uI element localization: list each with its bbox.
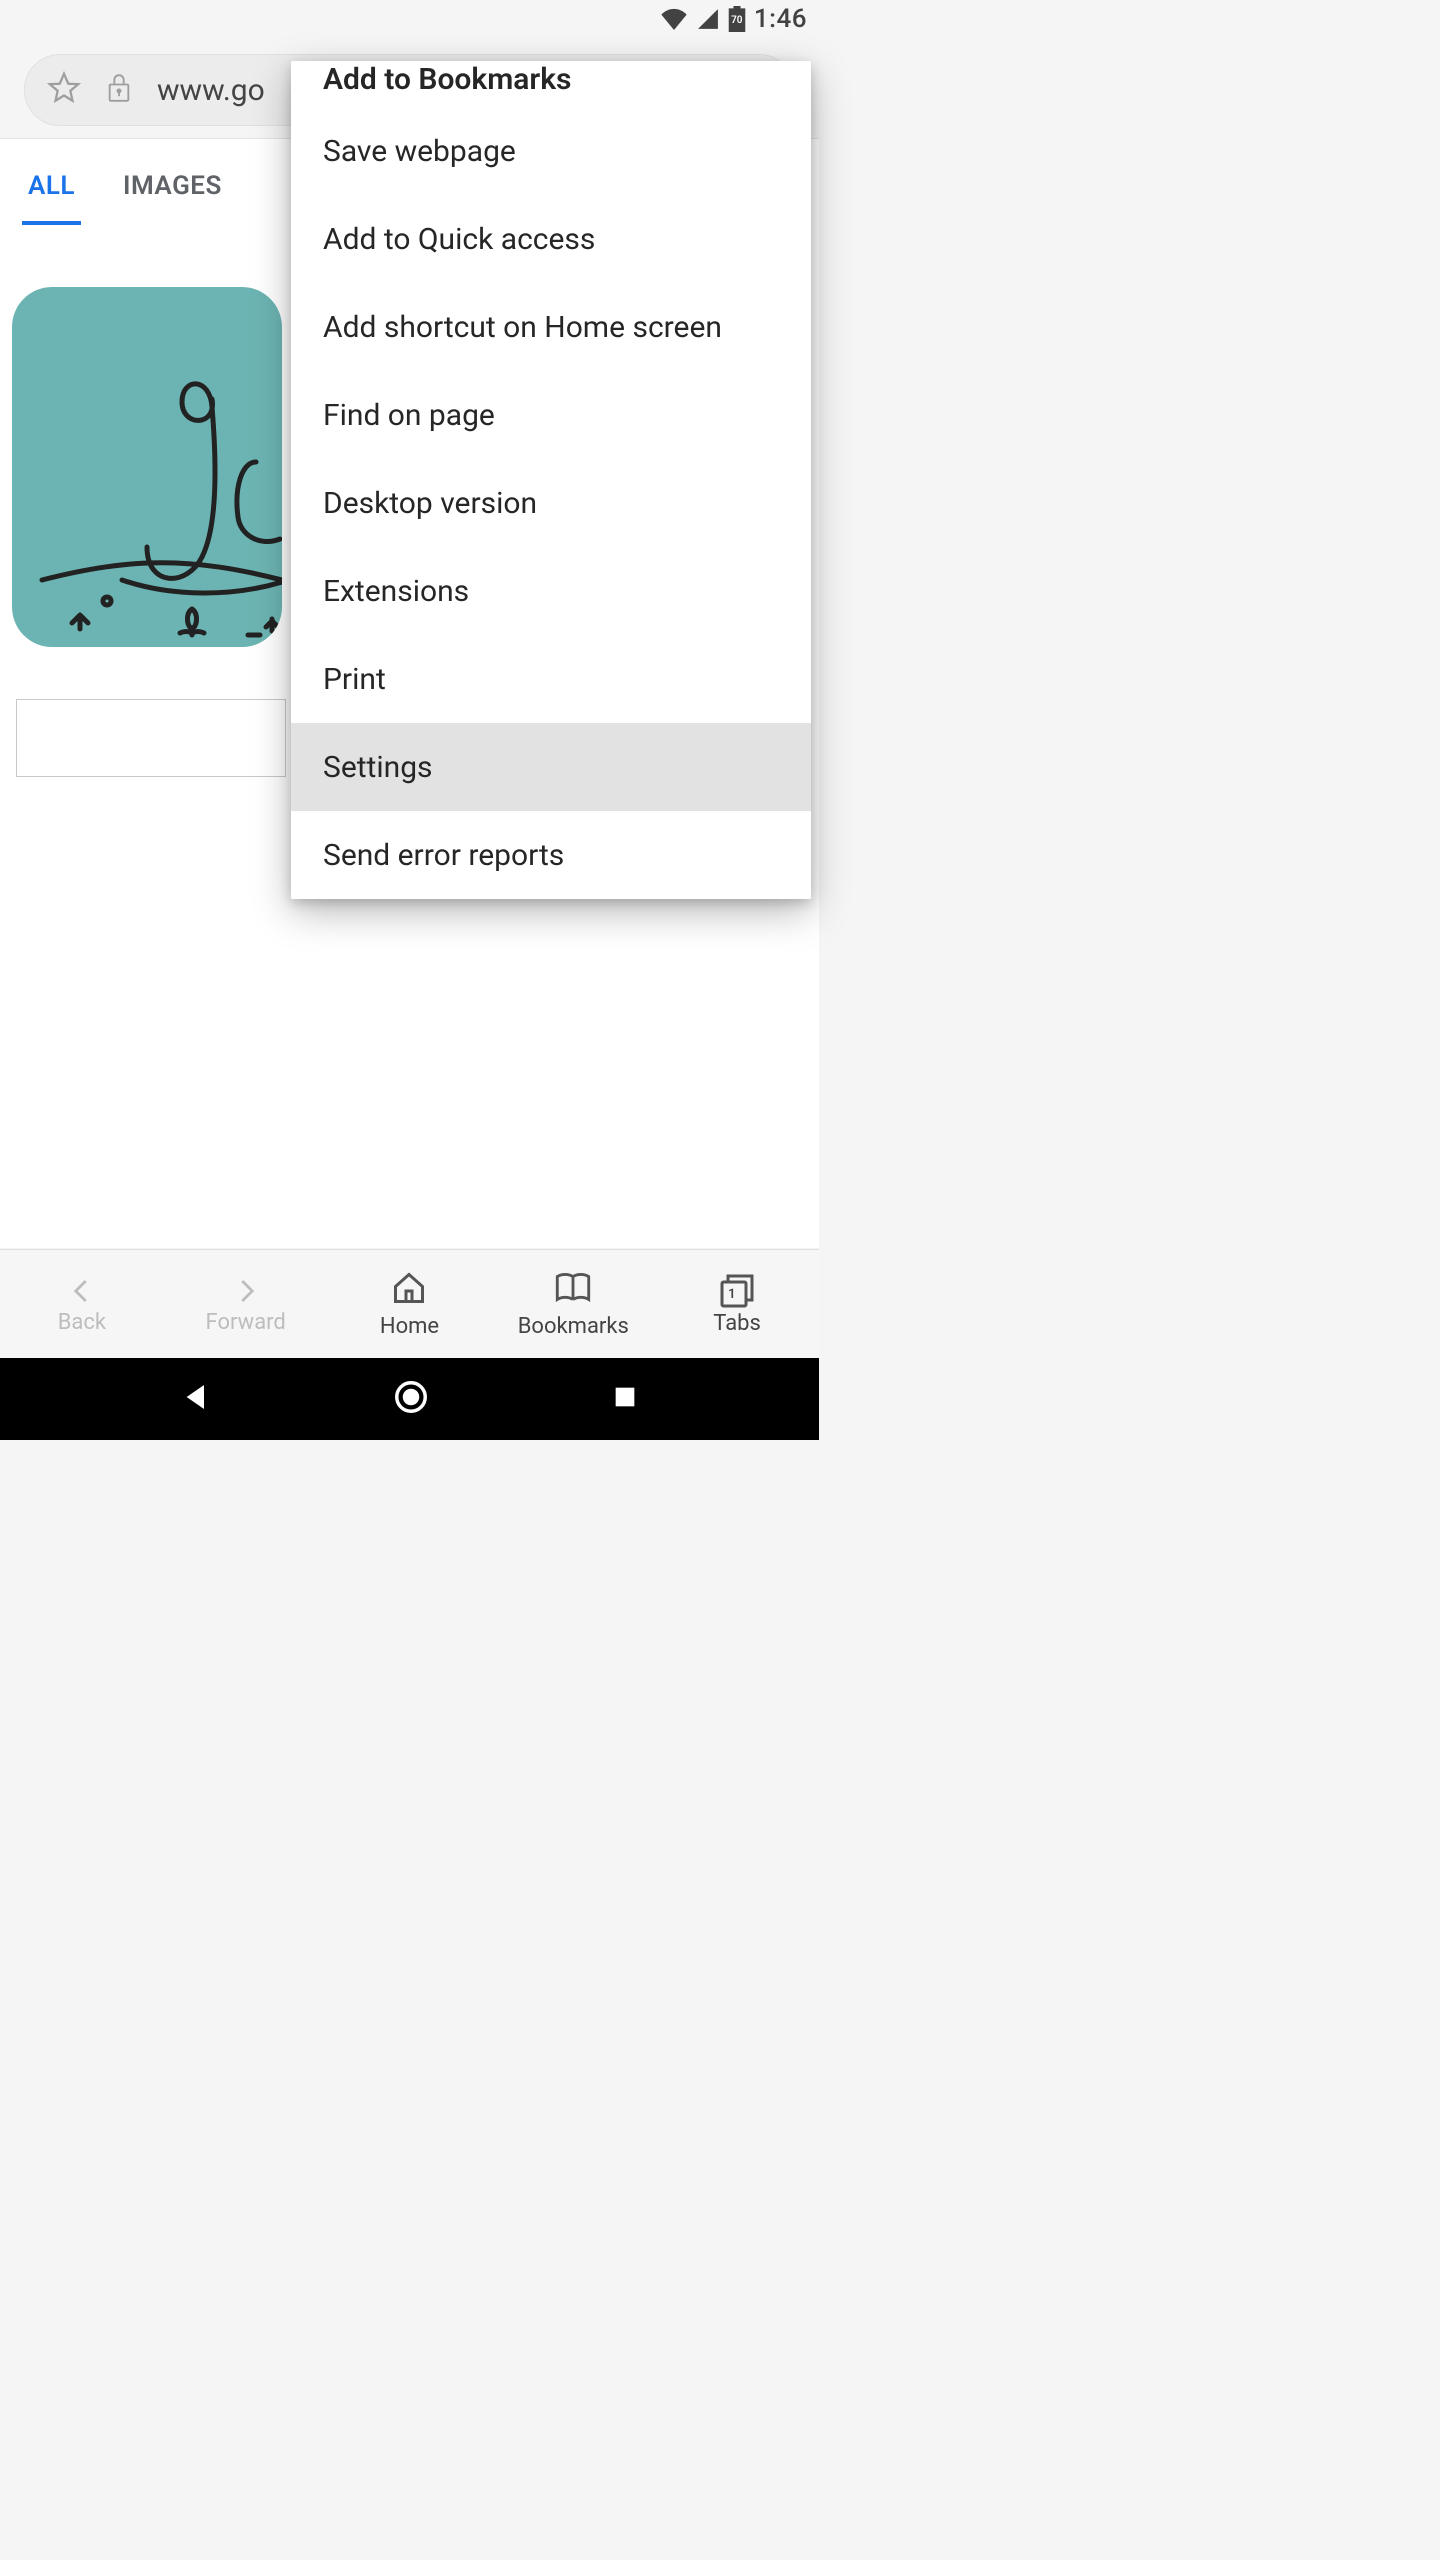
nav-home-label: Home: [380, 1314, 439, 1339]
nav-back-label: Back: [58, 1310, 106, 1335]
system-home-button[interactable]: [392, 1378, 430, 1420]
tabs-icon: 1: [719, 1273, 755, 1309]
menu-add-to-bookmarks[interactable]: Add to Bookmarks: [291, 61, 811, 107]
wifi-icon: [660, 8, 688, 30]
system-recents-button[interactable]: [611, 1383, 639, 1415]
home-icon: [391, 1270, 427, 1312]
nav-bookmarks-label: Bookmarks: [518, 1314, 629, 1339]
url-text: www.go: [157, 73, 265, 108]
battery-icon: 70: [728, 6, 746, 32]
nav-home[interactable]: Home: [328, 1250, 492, 1358]
status-bar: 70 1:46: [0, 0, 819, 38]
nav-forward-label: Forward: [206, 1310, 286, 1335]
lock-icon: [105, 71, 133, 109]
menu-save-webpage[interactable]: Save webpage: [291, 107, 811, 195]
menu-add-to-quick-access[interactable]: Add to Quick access: [291, 195, 811, 283]
tab-all[interactable]: ALL: [28, 171, 75, 225]
nav-bookmarks[interactable]: Bookmarks: [491, 1250, 655, 1358]
nav-back[interactable]: Back: [0, 1250, 164, 1358]
nav-tabs-label: Tabs: [713, 1311, 761, 1336]
status-time: 1:46: [754, 4, 807, 34]
search-input[interactable]: [16, 699, 286, 777]
nav-forward[interactable]: Forward: [164, 1250, 328, 1358]
battery-percent: 70: [731, 16, 742, 26]
nav-tabs[interactable]: 1 Tabs: [655, 1250, 819, 1358]
overflow-menu: Add to Bookmarks Save webpage Add to Qui…: [291, 61, 811, 899]
menu-desktop-version[interactable]: Desktop version: [291, 459, 811, 547]
menu-send-error-reports[interactable]: Send error reports: [291, 811, 811, 899]
tab-images[interactable]: IMAGES: [123, 171, 222, 225]
menu-extensions[interactable]: Extensions: [291, 547, 811, 635]
menu-add-shortcut-home[interactable]: Add shortcut on Home screen: [291, 283, 811, 371]
book-open-icon: [553, 1270, 593, 1312]
tab-count: 1: [728, 1287, 735, 1302]
cellular-icon: [696, 8, 720, 30]
google-doodle[interactable]: [12, 287, 282, 647]
system-nav-bar: [0, 1358, 819, 1440]
browser-bottom-nav: Back Forward Home Bookmarks 1 Tabs: [0, 1249, 819, 1358]
menu-settings[interactable]: Settings: [291, 723, 811, 811]
star-icon[interactable]: [47, 71, 81, 109]
menu-find-on-page[interactable]: Find on page: [291, 371, 811, 459]
menu-print[interactable]: Print: [291, 635, 811, 723]
system-back-button[interactable]: [180, 1381, 212, 1417]
